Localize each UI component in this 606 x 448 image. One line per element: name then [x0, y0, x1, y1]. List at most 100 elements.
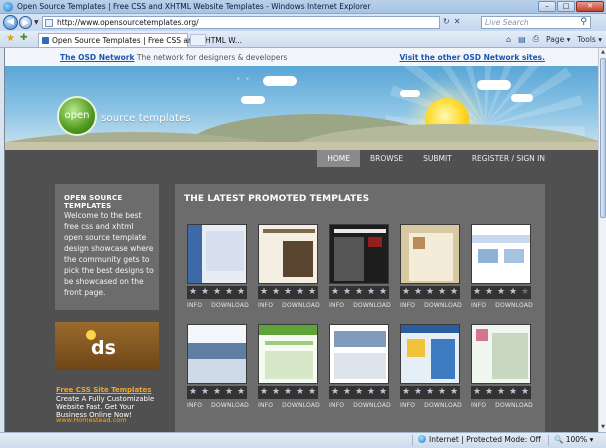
nav-submit[interactable]: SUBMIT — [413, 150, 462, 167]
template-thumbnail[interactable] — [187, 324, 247, 384]
info-link[interactable]: INFO — [471, 302, 486, 309]
refresh-icon[interactable]: ↻ — [443, 17, 450, 26]
star-icon[interactable]: ★ — [414, 387, 422, 398]
star-icon[interactable]: ★ — [509, 387, 517, 398]
download-link[interactable]: DOWNLOAD — [211, 302, 249, 309]
star-icon[interactable]: ★ — [260, 387, 268, 398]
search-input[interactable]: Live Search ⚲ — [481, 16, 591, 29]
star-icon[interactable]: ★ — [213, 287, 221, 298]
minimize-button[interactable]: – — [538, 1, 556, 12]
star-icon[interactable]: ★ — [438, 387, 446, 398]
download-link[interactable]: DOWNLOAD — [424, 302, 462, 309]
template-thumbnail[interactable] — [329, 224, 389, 284]
star-icon[interactable]: ★ — [497, 287, 505, 298]
template-thumbnail[interactable] — [187, 224, 247, 284]
star-icon[interactable]: ★ — [367, 287, 375, 298]
star-icon[interactable]: ★ — [260, 287, 268, 298]
download-link[interactable]: DOWNLOAD — [495, 302, 533, 309]
template-thumbnail[interactable] — [471, 324, 531, 384]
info-link[interactable]: INFO — [400, 402, 415, 409]
ad-url-link[interactable]: www.Homestead.com — [56, 416, 127, 424]
star-icon[interactable]: ★ — [521, 287, 529, 298]
star-icon[interactable]: ★ — [343, 287, 351, 298]
osd-network-link[interactable]: The OSD Network — [60, 53, 134, 62]
security-zone[interactable]: Internet | Protected Mode: Off — [418, 435, 541, 444]
download-link[interactable]: DOWNLOAD — [353, 402, 391, 409]
info-link[interactable]: INFO — [258, 402, 273, 409]
site-logo[interactable]: open — [57, 96, 97, 136]
scroll-up-icon[interactable]: ▲ — [600, 49, 606, 56]
page-menu[interactable]: Page ▾ — [546, 35, 570, 44]
star-icon[interactable]: ★ — [379, 387, 387, 398]
star-icon[interactable]: ★ — [331, 387, 339, 398]
star-icon[interactable]: ★ — [237, 387, 245, 398]
star-icon[interactable]: ★ — [343, 387, 351, 398]
template-thumbnail[interactable] — [400, 224, 460, 284]
download-link[interactable]: DOWNLOAD — [495, 402, 533, 409]
star-icon[interactable]: ★ — [284, 287, 292, 298]
star-icon[interactable]: ★ — [367, 387, 375, 398]
star-icon[interactable]: ★ — [213, 387, 221, 398]
download-link[interactable]: DOWNLOAD — [353, 302, 391, 309]
star-icon[interactable]: ★ — [450, 387, 458, 398]
star-icon[interactable]: ★ — [272, 387, 280, 398]
star-icon[interactable]: ★ — [225, 287, 233, 298]
star-rating[interactable]: ★ ★ ★ ★ ★ — [400, 286, 460, 299]
template-thumbnail[interactable] — [258, 224, 318, 284]
star-icon[interactable]: ★ — [509, 287, 517, 298]
star-icon[interactable]: ★ — [438, 287, 446, 298]
info-link[interactable]: INFO — [329, 402, 344, 409]
new-tab-button[interactable] — [190, 34, 206, 46]
add-favorites-icon[interactable]: ✚ — [20, 33, 28, 43]
star-icon[interactable]: ★ — [473, 287, 481, 298]
star-icon[interactable]: ★ — [308, 387, 316, 398]
info-link[interactable]: INFO — [471, 402, 486, 409]
star-icon[interactable]: ★ — [521, 387, 529, 398]
star-icon[interactable]: ★ — [189, 287, 197, 298]
star-rating[interactable]: ★ ★ ★ ★ ★ — [187, 286, 247, 299]
tools-menu[interactable]: Tools ▾ — [577, 35, 602, 44]
nav-home[interactable]: HOME — [317, 150, 360, 167]
feeds-icon[interactable]: ▤ — [518, 35, 526, 44]
ad-banner[interactable]: ds — [55, 322, 159, 370]
template-thumbnail[interactable] — [400, 324, 460, 384]
ad-title-link[interactable]: Free CSS Site Templates — [56, 386, 151, 394]
star-rating[interactable]: ★ ★ ★ ★ ★ — [400, 386, 460, 399]
download-link[interactable]: DOWNLOAD — [282, 302, 320, 309]
star-icon[interactable]: ★ — [225, 387, 233, 398]
print-icon[interactable]: ⎙ — [533, 34, 539, 44]
forward-button[interactable]: ▶ — [19, 16, 32, 29]
address-input[interactable]: http://www.opensourcetemplates.org/ — [42, 16, 440, 29]
history-dropdown-icon[interactable]: ▼ — [34, 19, 39, 26]
nav-register-sign-in[interactable]: REGISTER / SIGN IN — [462, 150, 555, 167]
star-icon[interactable]: ★ — [189, 387, 197, 398]
star-icon[interactable]: ★ — [402, 387, 410, 398]
star-icon[interactable]: ★ — [414, 287, 422, 298]
star-icon[interactable]: ★ — [296, 387, 304, 398]
nav-browse[interactable]: BROWSE — [360, 150, 413, 167]
star-icon[interactable]: ★ — [485, 287, 493, 298]
scrollbar-thumb[interactable] — [600, 58, 606, 218]
star-icon[interactable]: ★ — [355, 287, 363, 298]
star-rating[interactable]: ★ ★ ★ ★ ★ — [329, 386, 389, 399]
zoom-level[interactable]: 🔍 100% ▾ — [554, 435, 593, 444]
star-icon[interactable]: ★ — [308, 287, 316, 298]
star-icon[interactable]: ★ — [296, 287, 304, 298]
star-icon[interactable]: ★ — [331, 287, 339, 298]
star-icon[interactable]: ★ — [497, 387, 505, 398]
info-link[interactable]: INFO — [400, 302, 415, 309]
vertical-scrollbar[interactable]: ▲ ▼ — [598, 48, 606, 432]
osd-other-sites-link[interactable]: Visit the other OSD Network sites. — [399, 53, 545, 62]
maximize-button[interactable]: □ — [557, 1, 575, 12]
home-icon[interactable]: ⌂ — [506, 35, 511, 44]
star-icon[interactable]: ★ — [426, 387, 434, 398]
template-thumbnail[interactable] — [258, 324, 318, 384]
star-icon[interactable]: ★ — [201, 387, 209, 398]
info-link[interactable]: INFO — [187, 402, 202, 409]
info-link[interactable]: INFO — [329, 302, 344, 309]
back-button[interactable]: ◀ — [3, 15, 18, 30]
close-button[interactable]: ✕ — [576, 1, 604, 12]
scroll-down-icon[interactable]: ▼ — [600, 424, 606, 431]
star-icon[interactable]: ★ — [426, 287, 434, 298]
star-rating[interactable]: ★ ★ ★ ★ ★ — [187, 386, 247, 399]
